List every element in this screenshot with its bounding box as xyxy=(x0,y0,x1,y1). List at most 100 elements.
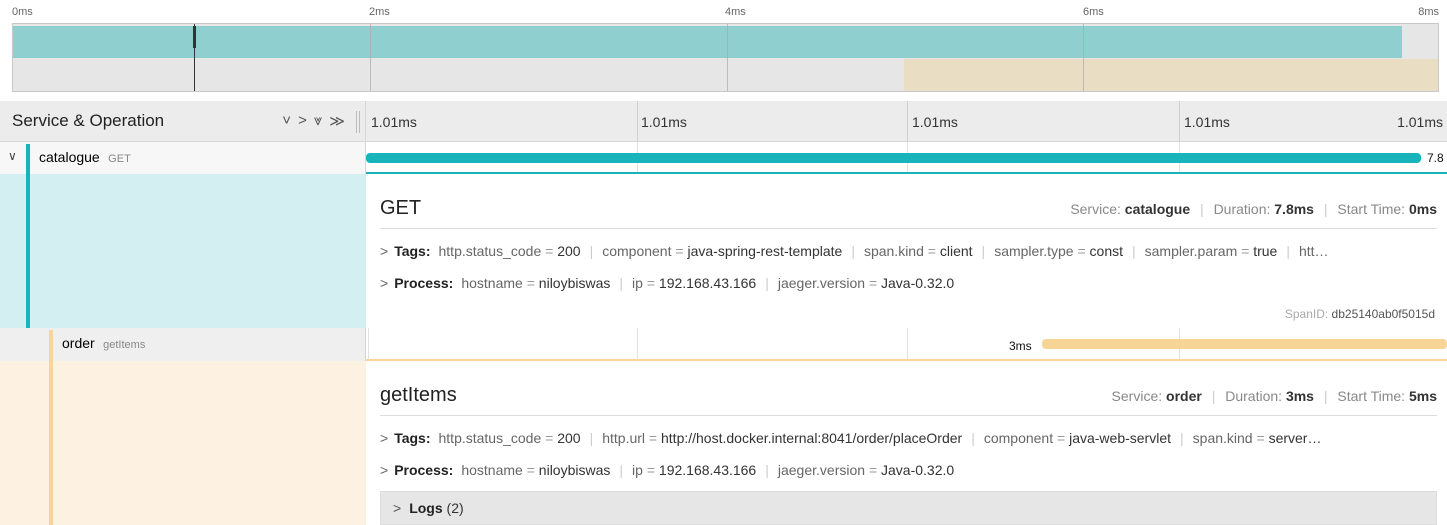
span-detail-title: getItems xyxy=(380,384,457,406)
span-detail-catalogue: GET Service: catalogue | Duration: 7.8ms… xyxy=(0,174,1447,328)
timeline-gridline xyxy=(637,101,638,141)
timeline-tick: 1.01ms xyxy=(641,114,687,130)
span-detail-gutter xyxy=(0,174,366,328)
minimap-tick-label: 0ms xyxy=(12,6,33,18)
chevron-right-icon[interactable]: > xyxy=(380,462,388,478)
tag-item: span.kind = server… xyxy=(1192,430,1322,446)
span-service-name: catalogue xyxy=(39,149,100,165)
minimap-gridline xyxy=(370,24,371,91)
divider xyxy=(380,415,1437,416)
logs-count: (2) xyxy=(446,500,464,516)
span-detail-order: getItems Service: order | Duration: 3ms … xyxy=(0,361,1447,525)
tags-row[interactable]: > Tags: http.status_code = 200 | http.url = … xyxy=(380,430,1437,446)
tag-item: http.url = http://host.docker.internal:8… xyxy=(602,430,963,446)
process-row[interactable]: > Process: hostname = niloybiswas | ip = 192… xyxy=(380,275,1437,291)
service-label: Service: xyxy=(1070,201,1121,217)
tag-item: http.status_code = 200 xyxy=(438,430,581,446)
divider xyxy=(380,228,1437,229)
timeline-tick: 1.01ms xyxy=(1184,114,1230,130)
process-item: jaeger.version = Java-0.32.0 xyxy=(777,462,955,478)
service-color-bar xyxy=(26,144,30,174)
column-title: Service & Operation xyxy=(12,111,165,130)
timeline-gridline xyxy=(368,328,369,361)
span-detail-title: GET xyxy=(380,197,422,219)
timeline-gridline xyxy=(907,101,908,141)
service-operation-header: Service & Operation ˅ > ⩔ ≫ xyxy=(0,101,366,141)
minimap-cursor-handle[interactable] xyxy=(193,26,196,48)
tag-item: component = java-web-servlet xyxy=(983,430,1172,446)
timeline-gridline xyxy=(1179,101,1180,141)
duration-label: Duration: xyxy=(1213,201,1271,217)
span-detail-meta: Service: catalogue | Duration: 7.8ms | S… xyxy=(1070,201,1437,217)
tag-item: sampler.param = true xyxy=(1144,243,1278,259)
process-item: ip = 192.168.43.166 xyxy=(632,462,757,478)
service-color-bar xyxy=(26,174,30,328)
tags-row[interactable]: > Tags: http.status_code = 200 | component =… xyxy=(380,243,1437,259)
duration-label: Duration: xyxy=(1225,388,1283,404)
minimap-canvas[interactable] xyxy=(12,23,1439,92)
span-id-value: db25140ab0f5015d xyxy=(1331,307,1435,321)
expand-all-icon[interactable]: ≫ xyxy=(329,112,345,130)
process-label: Process: xyxy=(394,462,454,478)
duration-value: 3ms xyxy=(1285,388,1314,404)
expand-one-icon[interactable]: > xyxy=(298,112,307,130)
timeline-gridline xyxy=(907,328,908,361)
span-detail-body: GET Service: catalogue | Duration: 7.8ms… xyxy=(366,174,1447,328)
process-item: hostname = niloybiswas xyxy=(461,462,611,478)
span-operation-name: getItems xyxy=(103,339,146,351)
minimap-gridline xyxy=(1083,24,1084,91)
tag-item: sampler.type = const xyxy=(994,243,1123,259)
chevron-down-icon[interactable]: ∨ xyxy=(8,149,17,163)
span-timeline-cell[interactable]: 7.8 xyxy=(366,142,1447,174)
span-bar[interactable] xyxy=(1042,339,1447,349)
span-row-catalogue[interactable]: ∨ catalogue GET 7.8 xyxy=(0,142,1447,174)
logs-section-toggle[interactable]: > Logs (2) xyxy=(380,491,1437,525)
minimap-span-catalogue xyxy=(13,26,1403,58)
service-label: Service: xyxy=(1111,388,1163,404)
process-label: Process: xyxy=(394,275,454,291)
collapse-all-icon[interactable]: ⩔ xyxy=(314,112,322,130)
start-time-label: Start Time: xyxy=(1337,201,1406,217)
span-row-order[interactable]: order getItems 3ms xyxy=(0,328,1447,361)
chevron-right-icon[interactable]: > xyxy=(380,430,388,446)
process-item: ip = 192.168.43.166 xyxy=(632,275,757,291)
process-row[interactable]: > Process: hostname = niloybiswas | ip = 192… xyxy=(380,462,1437,478)
service-value: order xyxy=(1166,388,1202,404)
span-duration-label: 7.8 xyxy=(1427,151,1444,165)
span-name-cell[interactable]: order getItems xyxy=(0,328,366,361)
trace-minimap[interactable]: 0ms 2ms 4ms 6ms 8ms xyxy=(0,0,1447,95)
service-color-bar xyxy=(49,361,53,525)
span-operation-name: GET xyxy=(108,153,131,165)
tags-label: Tags: xyxy=(394,243,431,259)
column-resizer[interactable] xyxy=(356,111,360,133)
span-duration-label: 3ms xyxy=(1009,339,1032,353)
timeline-tick: 1.01ms xyxy=(371,114,417,130)
duration-value: 7.8ms xyxy=(1274,201,1314,217)
span-detail-body: getItems Service: order | Duration: 3ms … xyxy=(366,361,1447,525)
span-name-cell[interactable]: ∨ catalogue GET xyxy=(0,142,366,174)
timeline-gridline xyxy=(637,328,638,361)
minimap-tick-label: 6ms xyxy=(1083,6,1104,18)
span-bar[interactable] xyxy=(366,153,1421,163)
service-value: catalogue xyxy=(1124,201,1191,217)
chevron-right-icon[interactable]: > xyxy=(393,500,401,516)
timeline-tick: 1.01ms xyxy=(1397,114,1443,130)
chevron-right-icon[interactable]: > xyxy=(380,275,388,291)
process-item: jaeger.version = Java-0.32.0 xyxy=(777,275,955,291)
collapse-one-icon[interactable]: ˅ xyxy=(282,112,291,130)
tag-item: htt… xyxy=(1298,243,1329,259)
span-timeline-cell[interactable]: 3ms xyxy=(366,328,1447,361)
minimap-tick-label: 4ms xyxy=(725,6,746,18)
start-time-label: Start Time: xyxy=(1337,388,1406,404)
span-detail-meta: Service: order | Duration: 3ms | Start T… xyxy=(1111,388,1437,404)
start-time-value: 0ms xyxy=(1408,201,1437,217)
chevron-right-icon[interactable]: > xyxy=(380,243,388,259)
process-item: hostname = niloybiswas xyxy=(461,275,611,291)
service-color-bar xyxy=(49,330,53,361)
start-time-value: 5ms xyxy=(1408,388,1437,404)
timeline-tick: 1.01ms xyxy=(912,114,958,130)
minimap-span-order xyxy=(903,59,1438,91)
span-service-name: order xyxy=(62,335,95,351)
span-id-label: SpanID: xyxy=(1284,307,1329,321)
logs-label: Logs xyxy=(409,500,443,516)
